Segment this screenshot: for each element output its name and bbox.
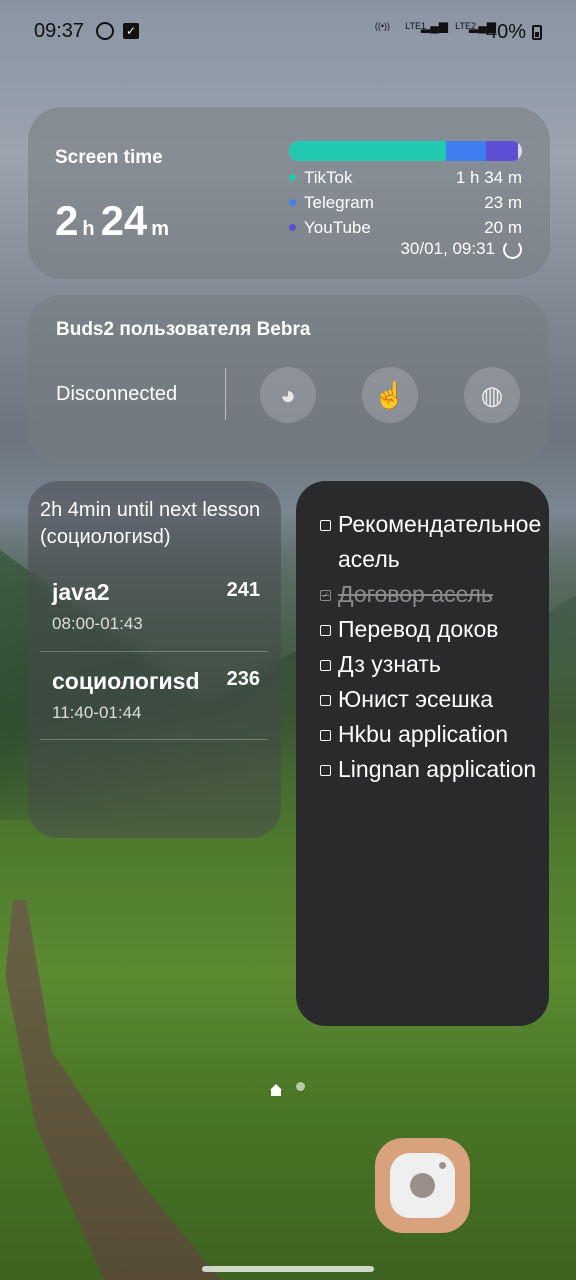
todo-text: Lingnan application <box>338 756 537 782</box>
todo-text: Рекомендательное асель <box>338 511 542 572</box>
wifi-icon: ((•)) <box>374 21 390 31</box>
wallpaper-trail <box>5 900 221 1280</box>
todo-item[interactable]: Рекомендательное асель <box>320 507 542 577</box>
todo-text: Договор асель <box>338 581 493 607</box>
app-usage-list: TikTok 1 h 34 m Telegram 23 m YouTube 20… <box>289 165 522 240</box>
todo-item[interactable]: Hkbu application <box>320 717 540 752</box>
app-usage-row: Telegram 23 m <box>289 190 522 215</box>
todo-checkbox[interactable] <box>320 520 331 531</box>
battery-icon <box>532 25 542 40</box>
buds-connection-status: Disconnected <box>56 383 178 405</box>
status-bar: 09:37 ✓ ((•)) LTE1 ▂▄▆ LTE2 ▂▄▆ 40% <box>0 0 576 64</box>
battery-percentage: 40% <box>485 21 526 43</box>
find-buds-button[interactable]: ◍ <box>464 367 520 423</box>
status-time: 09:37 <box>34 20 85 42</box>
lesson-item[interactable]: социологиsd 236 11:40-01:44 <box>52 668 260 723</box>
noise-control-button[interactable]: ◕ <box>260 367 316 423</box>
screen-time-widget[interactable]: Screen time 2 h 24 m TikTok 1 h 34 m Telegr… <box>28 107 550 279</box>
minutes-unit: m <box>151 218 170 240</box>
touch-control-button[interactable]: ☝ <box>362 367 418 423</box>
app-color-dot <box>289 174 296 181</box>
app-time: 1 h 34 m <box>455 167 522 187</box>
todo-widget[interactable]: Рекомендательное асель ✓ Договор асель Пе… <box>296 481 549 1026</box>
todo-text: Юнист эсешка <box>338 686 494 712</box>
todo-text: Дз узнать <box>338 651 441 677</box>
usage-bar-tiktok <box>289 141 447 161</box>
todo-checkbox[interactable] <box>320 660 331 671</box>
todo-item[interactable]: Перевод доков <box>320 612 540 647</box>
lesson-room: 236 <box>226 668 260 690</box>
schedule-widget[interactable]: 2h 4min until next lesson (социологиsd) … <box>28 481 281 838</box>
divider <box>40 651 268 652</box>
todo-checkbox[interactable] <box>320 625 331 636</box>
screen-time-hours: 2 <box>55 197 79 244</box>
divider <box>225 368 226 420</box>
todo-checkbox[interactable] <box>320 765 331 776</box>
home-page-icon <box>270 1083 282 1096</box>
app-name: YouTube <box>304 217 371 237</box>
screen-time-total: 2 h 24 m <box>55 197 175 245</box>
todo-item[interactable]: ✓ Договор асель <box>320 577 540 612</box>
todo-checkbox[interactable] <box>320 730 331 741</box>
screen-time-title: Screen time <box>55 147 163 168</box>
todo-item[interactable]: Дз узнать <box>320 647 540 682</box>
app-color-dot <box>289 224 296 231</box>
todo-item[interactable]: Юнист эсешка <box>320 682 540 717</box>
page-dot <box>296 1082 305 1091</box>
usage-bar-telegram <box>446 141 486 161</box>
todo-text: Hkbu application <box>338 721 509 747</box>
app-time: 23 m <box>484 192 522 212</box>
camera-flash-icon <box>439 1162 446 1169</box>
lesson-time: 11:40-01:44 <box>52 703 142 722</box>
whatsapp-icon <box>96 22 114 40</box>
next-lesson-countdown: 2h 4min until next lesson (социологиsd) <box>40 499 261 548</box>
lesson-time: 08:00-01:43 <box>52 614 143 633</box>
updated-text: 30/01, 09:31 <box>400 239 495 258</box>
touch-hand-icon: ☝ <box>373 379 407 410</box>
camera-body <box>390 1153 455 1218</box>
todo-checkbox[interactable]: ✓ <box>320 590 331 601</box>
usage-bar <box>289 141 522 161</box>
lesson-room: 241 <box>226 579 260 601</box>
gesture-nav-bar[interactable] <box>202 1266 374 1272</box>
usage-bar-youtube <box>485 141 519 161</box>
hours-unit: h <box>82 218 95 240</box>
earbud-icon: ◕ <box>280 379 296 410</box>
refresh-icon[interactable] <box>503 239 522 259</box>
buds-widget[interactable]: Buds2 пользователя Bebra Disconnected ◕ … <box>28 295 548 465</box>
todo-checkbox[interactable] <box>320 695 331 706</box>
app-usage-row: TikTok 1 h 34 m <box>289 165 522 190</box>
app-name: Telegram <box>304 192 374 212</box>
todo-text: Перевод доков <box>338 616 499 642</box>
lesson-item[interactable]: java2 241 08:00-01:43 <box>52 579 260 634</box>
checkbox-notification-icon: ✓ <box>123 23 139 39</box>
camera-lens-icon <box>410 1173 435 1198</box>
screen-time-minutes: 24 <box>100 197 148 244</box>
todo-item[interactable]: Lingnan application <box>320 752 540 787</box>
buds-title: Buds2 пользователя Bebra <box>56 319 311 340</box>
app-color-dot <box>289 199 296 206</box>
page-indicator[interactable] <box>270 1082 305 1096</box>
app-time: 20 m <box>484 217 522 237</box>
signal-1-icon: ▂▄▆ <box>421 19 448 33</box>
divider <box>40 739 268 740</box>
updated-timestamp: 30/01, 09:31 <box>400 239 522 259</box>
todo-list: Рекомендательное асель ✓ Договор асель Пе… <box>320 507 542 787</box>
globe-icon: ◍ <box>480 379 504 410</box>
camera-app-icon[interactable] <box>375 1138 470 1233</box>
app-name: TikTok <box>304 167 353 187</box>
app-usage-row: YouTube 20 m <box>289 215 522 240</box>
